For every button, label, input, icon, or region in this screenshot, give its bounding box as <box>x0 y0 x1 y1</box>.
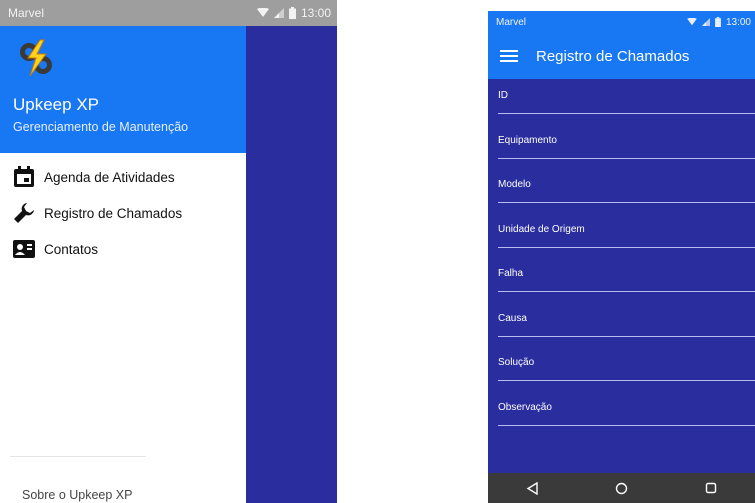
field-modelo: Modelo <box>488 168 755 213</box>
menu-item-label: Registro de Chamados <box>44 205 183 221</box>
field-equipamento: Equipamento <box>488 124 755 169</box>
status-icons: 13:00 <box>687 17 751 28</box>
field-label: ID <box>498 90 508 101</box>
menu-item-agenda[interactable]: Agenda de Atividades <box>0 159 246 195</box>
field-label: Equipamento <box>498 134 557 146</box>
contacts-icon <box>12 237 36 261</box>
home-icon[interactable] <box>602 473 642 503</box>
field-solucao: Solução <box>488 346 755 391</box>
battery-icon <box>715 17 721 27</box>
field-causa: Causa <box>488 302 755 347</box>
modelo-input[interactable] <box>498 202 755 203</box>
status-bar: Marvel 13:00 <box>0 0 337 26</box>
back-icon[interactable] <box>513 473 553 503</box>
status-time: 13:00 <box>300 6 331 20</box>
field-falha: Falha <box>488 257 755 302</box>
carrier-label: Marvel <box>8 6 45 20</box>
drawer-header: Upkeep XP Gerenciamento de Manutenção <box>0 26 246 153</box>
left-phone-screen: Marvel 13:00 Upkeep XP Gerenciamento de … <box>0 0 337 503</box>
signal-icon <box>701 18 710 26</box>
menu-item-label: Contatos <box>44 241 99 257</box>
status-time: 13:00 <box>725 16 751 28</box>
battery-icon <box>288 7 296 19</box>
status-bar: Marvel 13:00 <box>488 11 755 33</box>
right-phone-screen: Marvel 13:00 Registro de Chamados ID Equ… <box>488 11 755 503</box>
wifi-icon <box>687 18 697 26</box>
wrench-icon <box>12 201 36 225</box>
falha-input[interactable] <box>498 291 755 292</box>
menu-item-registro[interactable]: Registro de Chamados <box>0 195 246 231</box>
unidade-origem-input[interactable] <box>498 246 755 248</box>
field-label: Solução <box>498 357 535 368</box>
menu-item-label: Agenda de Atividades <box>44 169 175 185</box>
signal-icon <box>273 8 284 18</box>
status-icons: 13:00 <box>256 6 331 20</box>
wifi-icon <box>256 8 269 17</box>
app-name: Upkeep XP <box>13 95 99 114</box>
ticket-form: ID Equipamento Modelo Unidade de Origem … <box>488 79 755 435</box>
drawer-menu: Agenda de Atividades Registro de Chamado… <box>0 153 246 267</box>
observacao-input[interactable] <box>498 424 755 426</box>
hamburger-icon[interactable] <box>500 50 518 62</box>
drawer-divider <box>10 456 146 457</box>
recents-icon[interactable] <box>691 473 731 503</box>
app-bar: Registro de Chamados <box>488 33 755 79</box>
page-title: Registro de Chamados <box>536 47 690 65</box>
system-nav-bar <box>488 473 755 503</box>
field-unidade-origem: Unidade de Origem <box>488 213 755 258</box>
causa-input[interactable] <box>498 335 755 337</box>
field-label: Modelo <box>498 179 531 190</box>
menu-item-contatos[interactable]: Contatos <box>0 231 246 267</box>
field-observacao: Observação <box>488 391 755 436</box>
solucao-input[interactable] <box>498 380 755 381</box>
field-label: Causa <box>498 312 527 324</box>
about-link[interactable]: Sobre o Upkeep XP <box>22 488 133 502</box>
navigation-drawer: Upkeep XP Gerenciamento de Manutenção Ag… <box>0 26 246 503</box>
app-logo <box>20 39 52 77</box>
equipamento-input[interactable] <box>498 157 755 159</box>
calendar-icon <box>12 165 36 189</box>
carrier-label: Marvel <box>496 16 527 28</box>
id-input[interactable] <box>498 113 755 114</box>
field-id: ID <box>488 79 755 124</box>
field-label: Observação <box>498 401 552 413</box>
field-label: Unidade de Origem <box>498 223 585 235</box>
app-subtitle: Gerenciamento de Manutenção <box>13 120 189 134</box>
field-label: Falha <box>498 268 524 279</box>
